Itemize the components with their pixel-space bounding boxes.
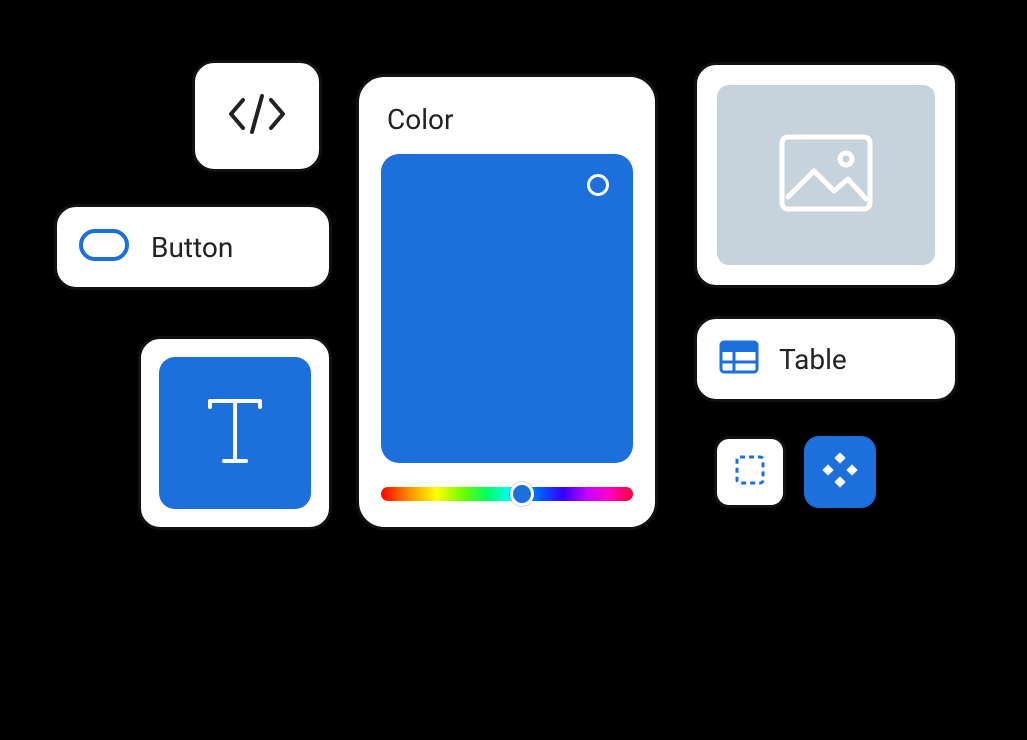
- button-tile[interactable]: Button: [54, 204, 332, 290]
- typography-icon: [200, 393, 270, 473]
- component-tile[interactable]: [804, 436, 876, 508]
- selection-tile[interactable]: [714, 436, 786, 508]
- image-tile[interactable]: [694, 62, 958, 288]
- code-icon: [225, 92, 289, 140]
- table-label: Table: [779, 343, 847, 376]
- hue-slider[interactable]: [381, 487, 633, 501]
- color-picker-panel: Color: [356, 74, 658, 530]
- color-picker-title: Color: [387, 103, 633, 136]
- color-field-handle[interactable]: [587, 174, 609, 196]
- table-icon: [719, 340, 759, 378]
- component-diamond-icon: [822, 452, 858, 492]
- hue-slider-thumb[interactable]: [510, 482, 534, 506]
- typography-tile[interactable]: [138, 336, 332, 530]
- table-tile[interactable]: Table: [694, 316, 958, 402]
- image-tile-inner: [717, 85, 935, 265]
- selection-dashed-icon: [734, 454, 766, 490]
- button-label: Button: [151, 231, 233, 264]
- color-saturation-field[interactable]: [381, 154, 633, 463]
- typography-tile-inner: [159, 357, 311, 509]
- code-tile[interactable]: [192, 60, 322, 172]
- image-placeholder-icon: [778, 133, 874, 217]
- button-shape-icon: [79, 229, 129, 265]
